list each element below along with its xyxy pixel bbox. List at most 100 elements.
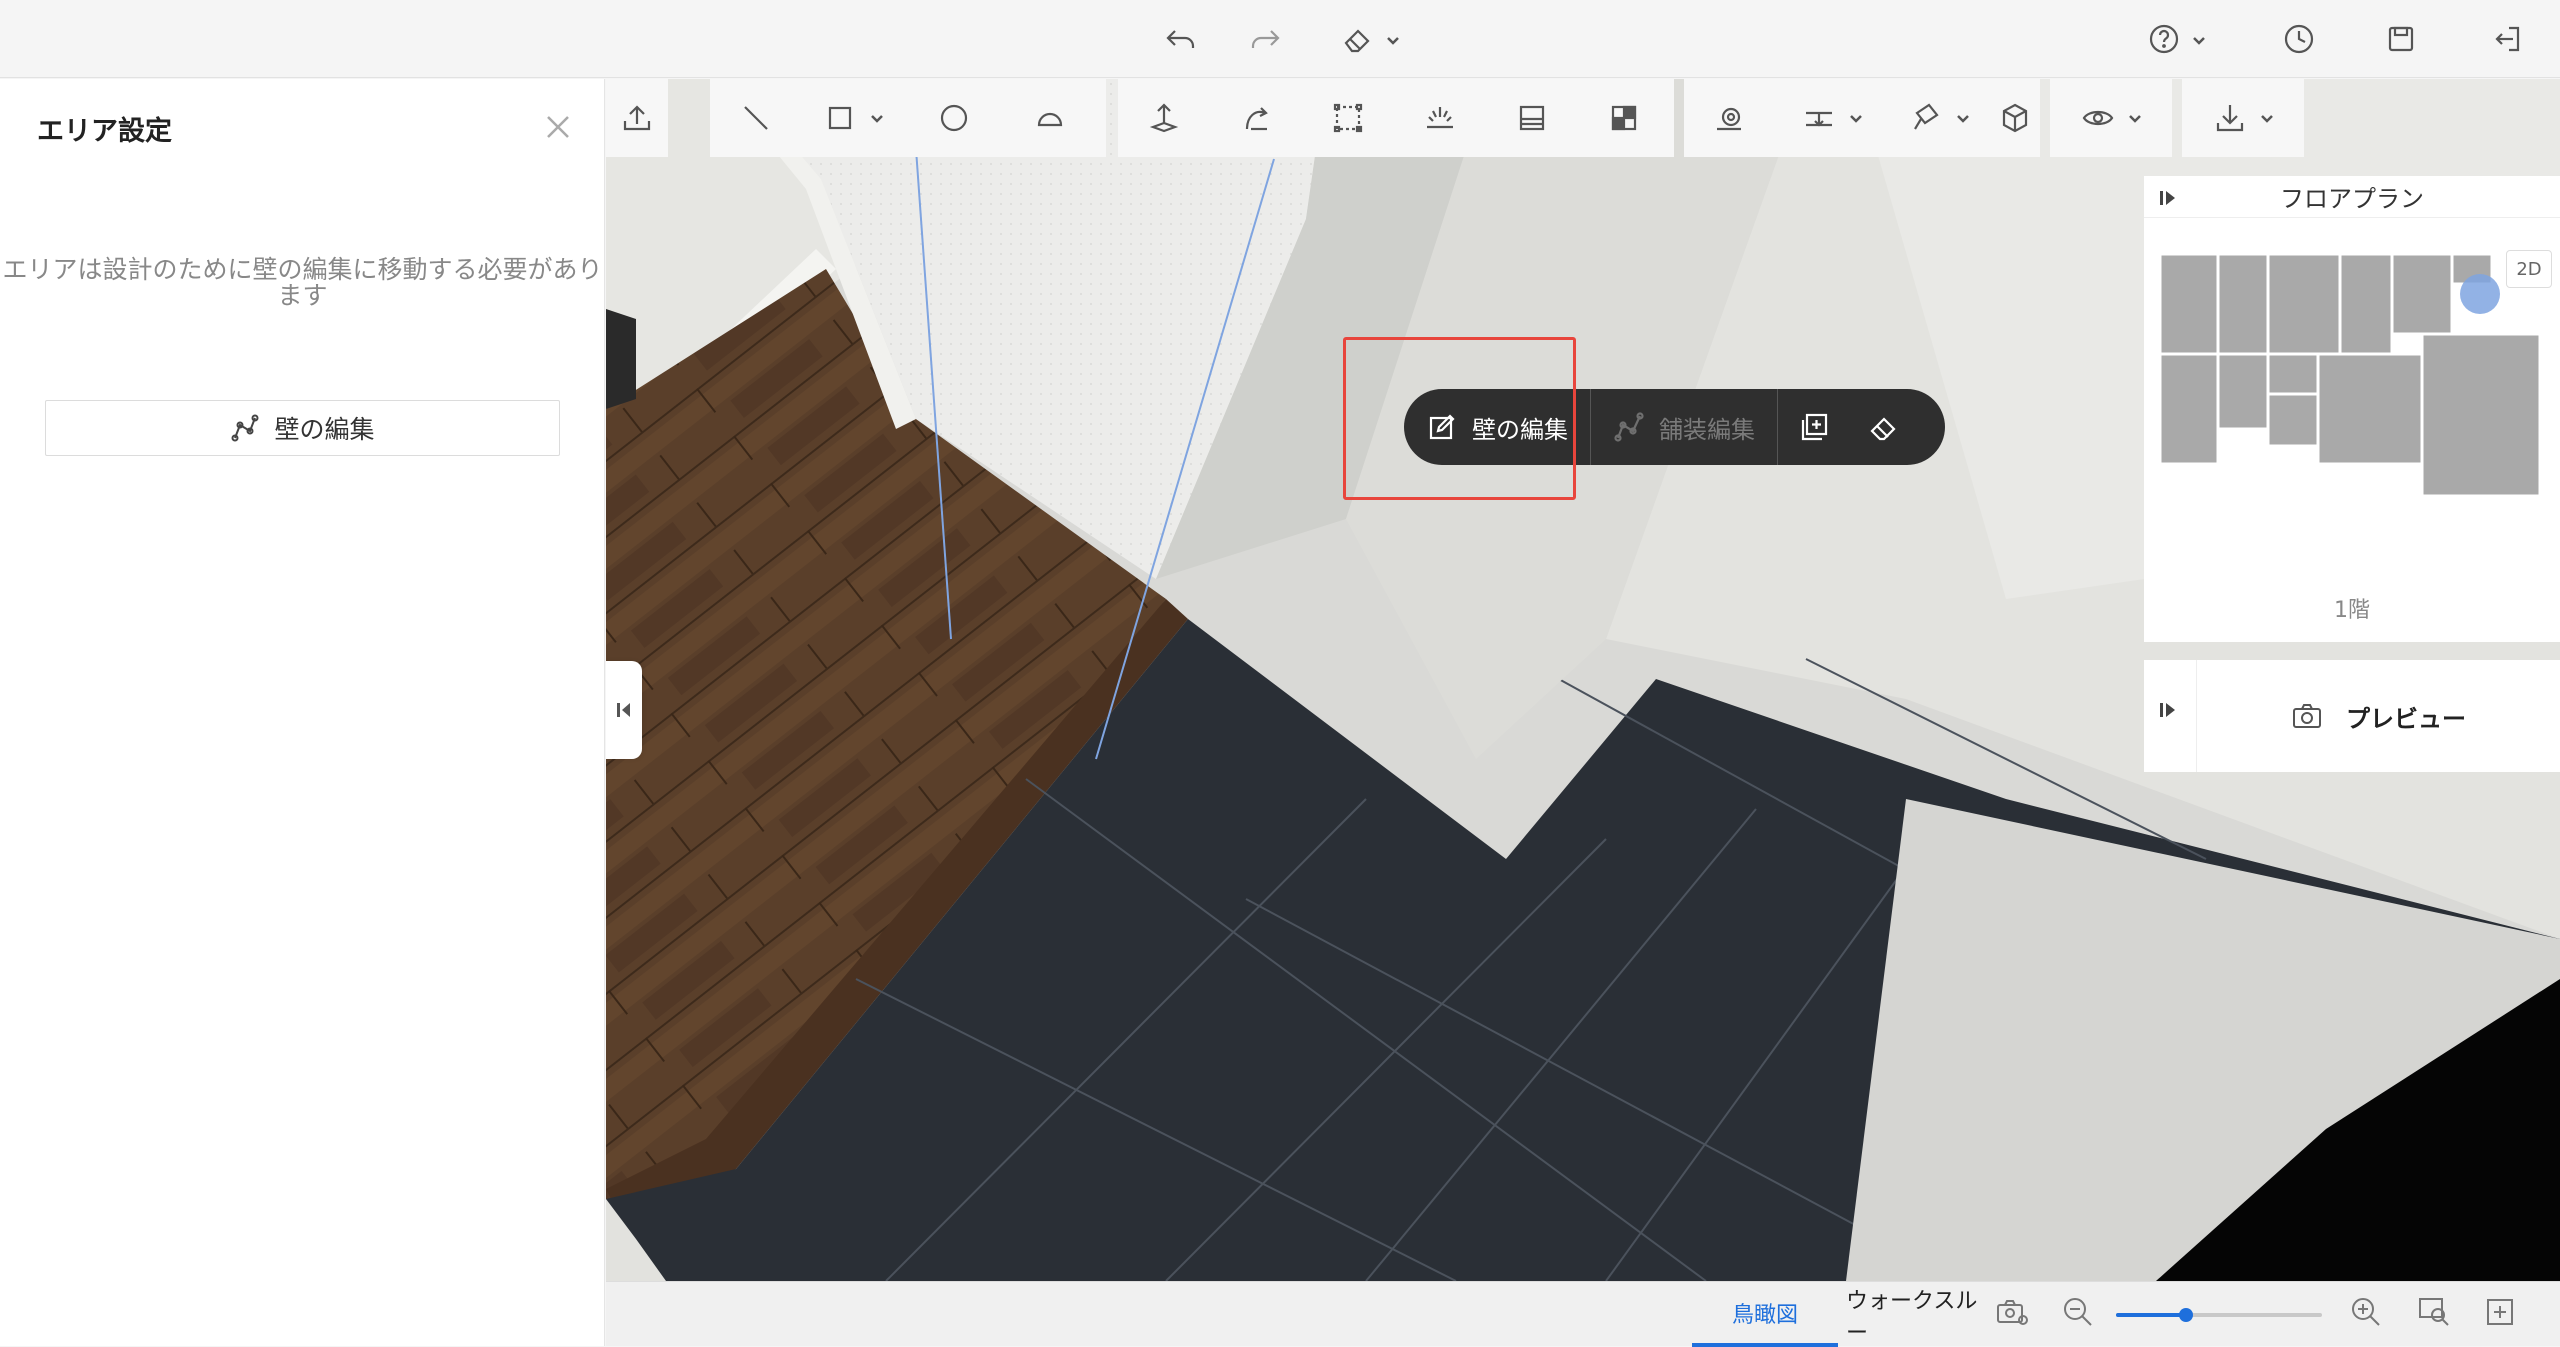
help-icon	[2149, 24, 2179, 54]
chevron-down-icon	[2259, 110, 2275, 126]
ctx-edit-paving-label: 舗装編集	[1659, 415, 1755, 444]
chevron-down-icon	[2192, 32, 2206, 46]
rectangle-icon	[828, 106, 852, 130]
layout-tool[interactable]	[1578, 79, 1670, 157]
zoom-in-icon	[2352, 1298, 2380, 1326]
rectangle-tool[interactable]	[802, 79, 904, 157]
top-bar	[0, 0, 2560, 78]
close-button[interactable]	[540, 109, 576, 145]
eraser-icon	[1870, 417, 1896, 441]
toolbar-import-group	[606, 79, 668, 157]
chevron-down-icon	[869, 110, 885, 126]
zoom-out-button[interactable]	[2060, 1294, 2100, 1334]
ctx-duplicate-button[interactable]	[1778, 389, 1850, 465]
save-icon	[2388, 26, 2414, 52]
toolbar-view-group	[2050, 79, 2172, 157]
push-pull-tool[interactable]	[1118, 79, 1210, 157]
panel-toggle-button[interactable]	[2158, 700, 2178, 724]
edit-wall-button[interactable]: 壁の編集	[45, 400, 560, 456]
rotate-tool[interactable]	[1210, 79, 1302, 157]
chevron-down-icon	[2127, 110, 2143, 126]
tab-birdseye[interactable]: 鳥瞰図	[1692, 1282, 1838, 1347]
duplicate-icon	[1801, 413, 1828, 441]
toolbar-edit-group	[1118, 79, 1674, 157]
chevron-down-icon	[1386, 32, 1400, 46]
download-icon	[2216, 105, 2244, 132]
ctx-edit-paving-button[interactable]: 舗装編集	[1591, 389, 1777, 465]
cabinet-tool[interactable]	[1486, 79, 1578, 157]
history-icon	[2284, 24, 2314, 54]
arc-tool[interactable]	[1004, 79, 1096, 157]
chevron-down-icon	[1955, 110, 1971, 126]
zoom-fit-button[interactable]	[2416, 1294, 2456, 1334]
highlight-box	[1343, 337, 1576, 500]
camera-settings-button[interactable]	[1994, 1294, 2034, 1334]
floor-label[interactable]: 1階	[2144, 592, 2560, 624]
circle-tool[interactable]	[904, 79, 1004, 157]
layout-icon	[1611, 105, 1637, 131]
3d-object-tool[interactable]	[1990, 79, 2040, 157]
history-button[interactable]	[2274, 14, 2324, 64]
close-icon	[547, 116, 569, 138]
toolbar-draw-group	[710, 79, 1106, 157]
zoom-slider-handle[interactable]	[2179, 1308, 2194, 1322]
light-icon	[1427, 107, 1453, 129]
area-icon	[1333, 103, 1363, 133]
bottom-bar: 鳥瞰図 ウォークスルー	[606, 1281, 2560, 1347]
fullscreen-icon	[2487, 1299, 2513, 1325]
chevron-down-icon	[1848, 110, 1864, 126]
panel-title: エリア設定	[37, 116, 172, 147]
zoom-slider-fill	[2116, 1313, 2187, 1317]
panel-toggle-button[interactable]	[2158, 186, 2178, 214]
redo-button[interactable]	[1240, 14, 1290, 64]
area-tool[interactable]	[1302, 79, 1394, 157]
camera-settings-icon	[1997, 1300, 2028, 1325]
circle-icon	[940, 104, 968, 132]
floorplan-panel: フロアプラン 2D 1階	[2144, 176, 2560, 642]
zoom-in-button[interactable]	[2348, 1294, 2388, 1334]
eraser-icon	[1344, 29, 1370, 53]
preview-panel: プレビュー	[2144, 660, 2560, 772]
2d-toggle-button[interactable]: 2D	[2506, 250, 2552, 288]
camera-angle-icon	[1717, 107, 1741, 131]
exit-button[interactable]	[2482, 14, 2532, 64]
preview-button[interactable]: プレビュー	[2196, 660, 2560, 772]
area-settings-panel: エリア設定 エリアは設計のために壁の編集に移動する必要があり ます 壁の編集	[0, 79, 605, 1346]
redo-icon	[1251, 30, 1280, 48]
dimension-tool[interactable]	[1776, 79, 1888, 157]
camera-angle-tool[interactable]	[1684, 79, 1776, 157]
panel-message: エリアは設計のために壁の編集に移動する必要があり ます	[2, 255, 603, 310]
zoom-out-icon	[2064, 1298, 2092, 1326]
undo-icon	[1166, 30, 1195, 48]
import-button[interactable]	[606, 79, 668, 157]
visibility-dropdown[interactable]	[2050, 79, 2172, 157]
undo-button[interactable]	[1156, 14, 1206, 64]
line-tool[interactable]	[710, 79, 802, 157]
floorplan-map[interactable]	[2160, 254, 2540, 496]
cube-icon	[2002, 103, 2028, 133]
floorplan-header: フロアプラン	[2144, 176, 2560, 218]
light-tool[interactable]	[1394, 79, 1486, 157]
cabinet-icon	[1519, 105, 1545, 131]
zoom-fit-icon	[2419, 1298, 2449, 1326]
3d-viewport[interactable]: 壁の編集 舗装編集 フロアプラン 2D 1階 プレビュー	[606, 79, 2560, 1281]
eraser-dropdown[interactable]	[1330, 14, 1410, 64]
fullscreen-button[interactable]	[2482, 1294, 2522, 1334]
wall-edit-icon	[231, 414, 259, 442]
download-dropdown[interactable]	[2182, 79, 2304, 157]
zoom-slider[interactable]	[2116, 1308, 2322, 1322]
paint-brush-icon	[1914, 103, 1939, 130]
paint-tool[interactable]	[1888, 79, 1990, 157]
arc-icon	[1037, 112, 1063, 127]
tab-walkthrough[interactable]: ウォークスルー	[1846, 1282, 1998, 1347]
ctx-erase-button[interactable]	[1850, 389, 1918, 465]
collapse-left-icon	[617, 703, 630, 717]
edit-wall-label: 壁の編集	[274, 415, 375, 444]
help-dropdown[interactable]	[2136, 14, 2216, 64]
save-button[interactable]	[2376, 14, 2426, 64]
line-icon	[744, 106, 768, 130]
paving-edit-icon	[1614, 412, 1644, 442]
toolbar-measure-group	[1684, 79, 2040, 157]
toolbar-export-group	[2182, 79, 2304, 157]
collapse-panel-button[interactable]	[606, 661, 642, 759]
